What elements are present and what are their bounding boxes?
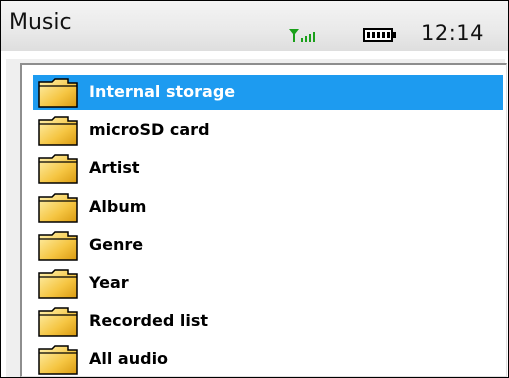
folder-icon	[38, 345, 78, 376]
menu-item[interactable]: Recorded list	[33, 304, 503, 339]
menu-item[interactable]: All audio	[33, 342, 503, 377]
folder-icon	[38, 269, 78, 299]
menu-item-label: Artist	[89, 158, 140, 178]
status-bar: Music 12:14	[1, 1, 508, 51]
menu-list: Internal storage microSD card Artist Album G…	[20, 63, 507, 377]
menu-item-label: Year	[89, 273, 129, 292]
menu-item-label: Album	[89, 196, 147, 216]
device-screen: Music 12:14 Internal storage microSD card…	[0, 0, 509, 378]
app-title: Music	[9, 10, 72, 35]
menu-item-label: Recorded list	[89, 311, 209, 331]
folder-icon	[38, 154, 78, 185]
clock: 12:14	[421, 21, 485, 45]
menu-item[interactable]: Artist	[33, 151, 503, 186]
menu-item-label: Genre	[89, 234, 144, 254]
menu-item[interactable]: Internal storage	[33, 75, 503, 110]
menu-item-label: All audio	[89, 349, 169, 369]
battery-full-icon	[363, 28, 396, 42]
menu-item[interactable]: Album	[33, 190, 503, 225]
menu-item-label: Internal storage	[89, 82, 236, 101]
folder-icon	[38, 307, 78, 337]
folder-icon	[38, 231, 78, 261]
menu-item[interactable]: Genre	[33, 228, 503, 263]
signal-strength-icon	[289, 29, 315, 42]
menu-item-label: microSD card	[89, 120, 210, 140]
folder-icon	[38, 192, 78, 223]
folder-icon	[38, 78, 78, 108]
menu-item[interactable]: Year	[33, 266, 503, 301]
folder-icon	[38, 116, 78, 146]
menu-item[interactable]: microSD card	[33, 113, 503, 148]
